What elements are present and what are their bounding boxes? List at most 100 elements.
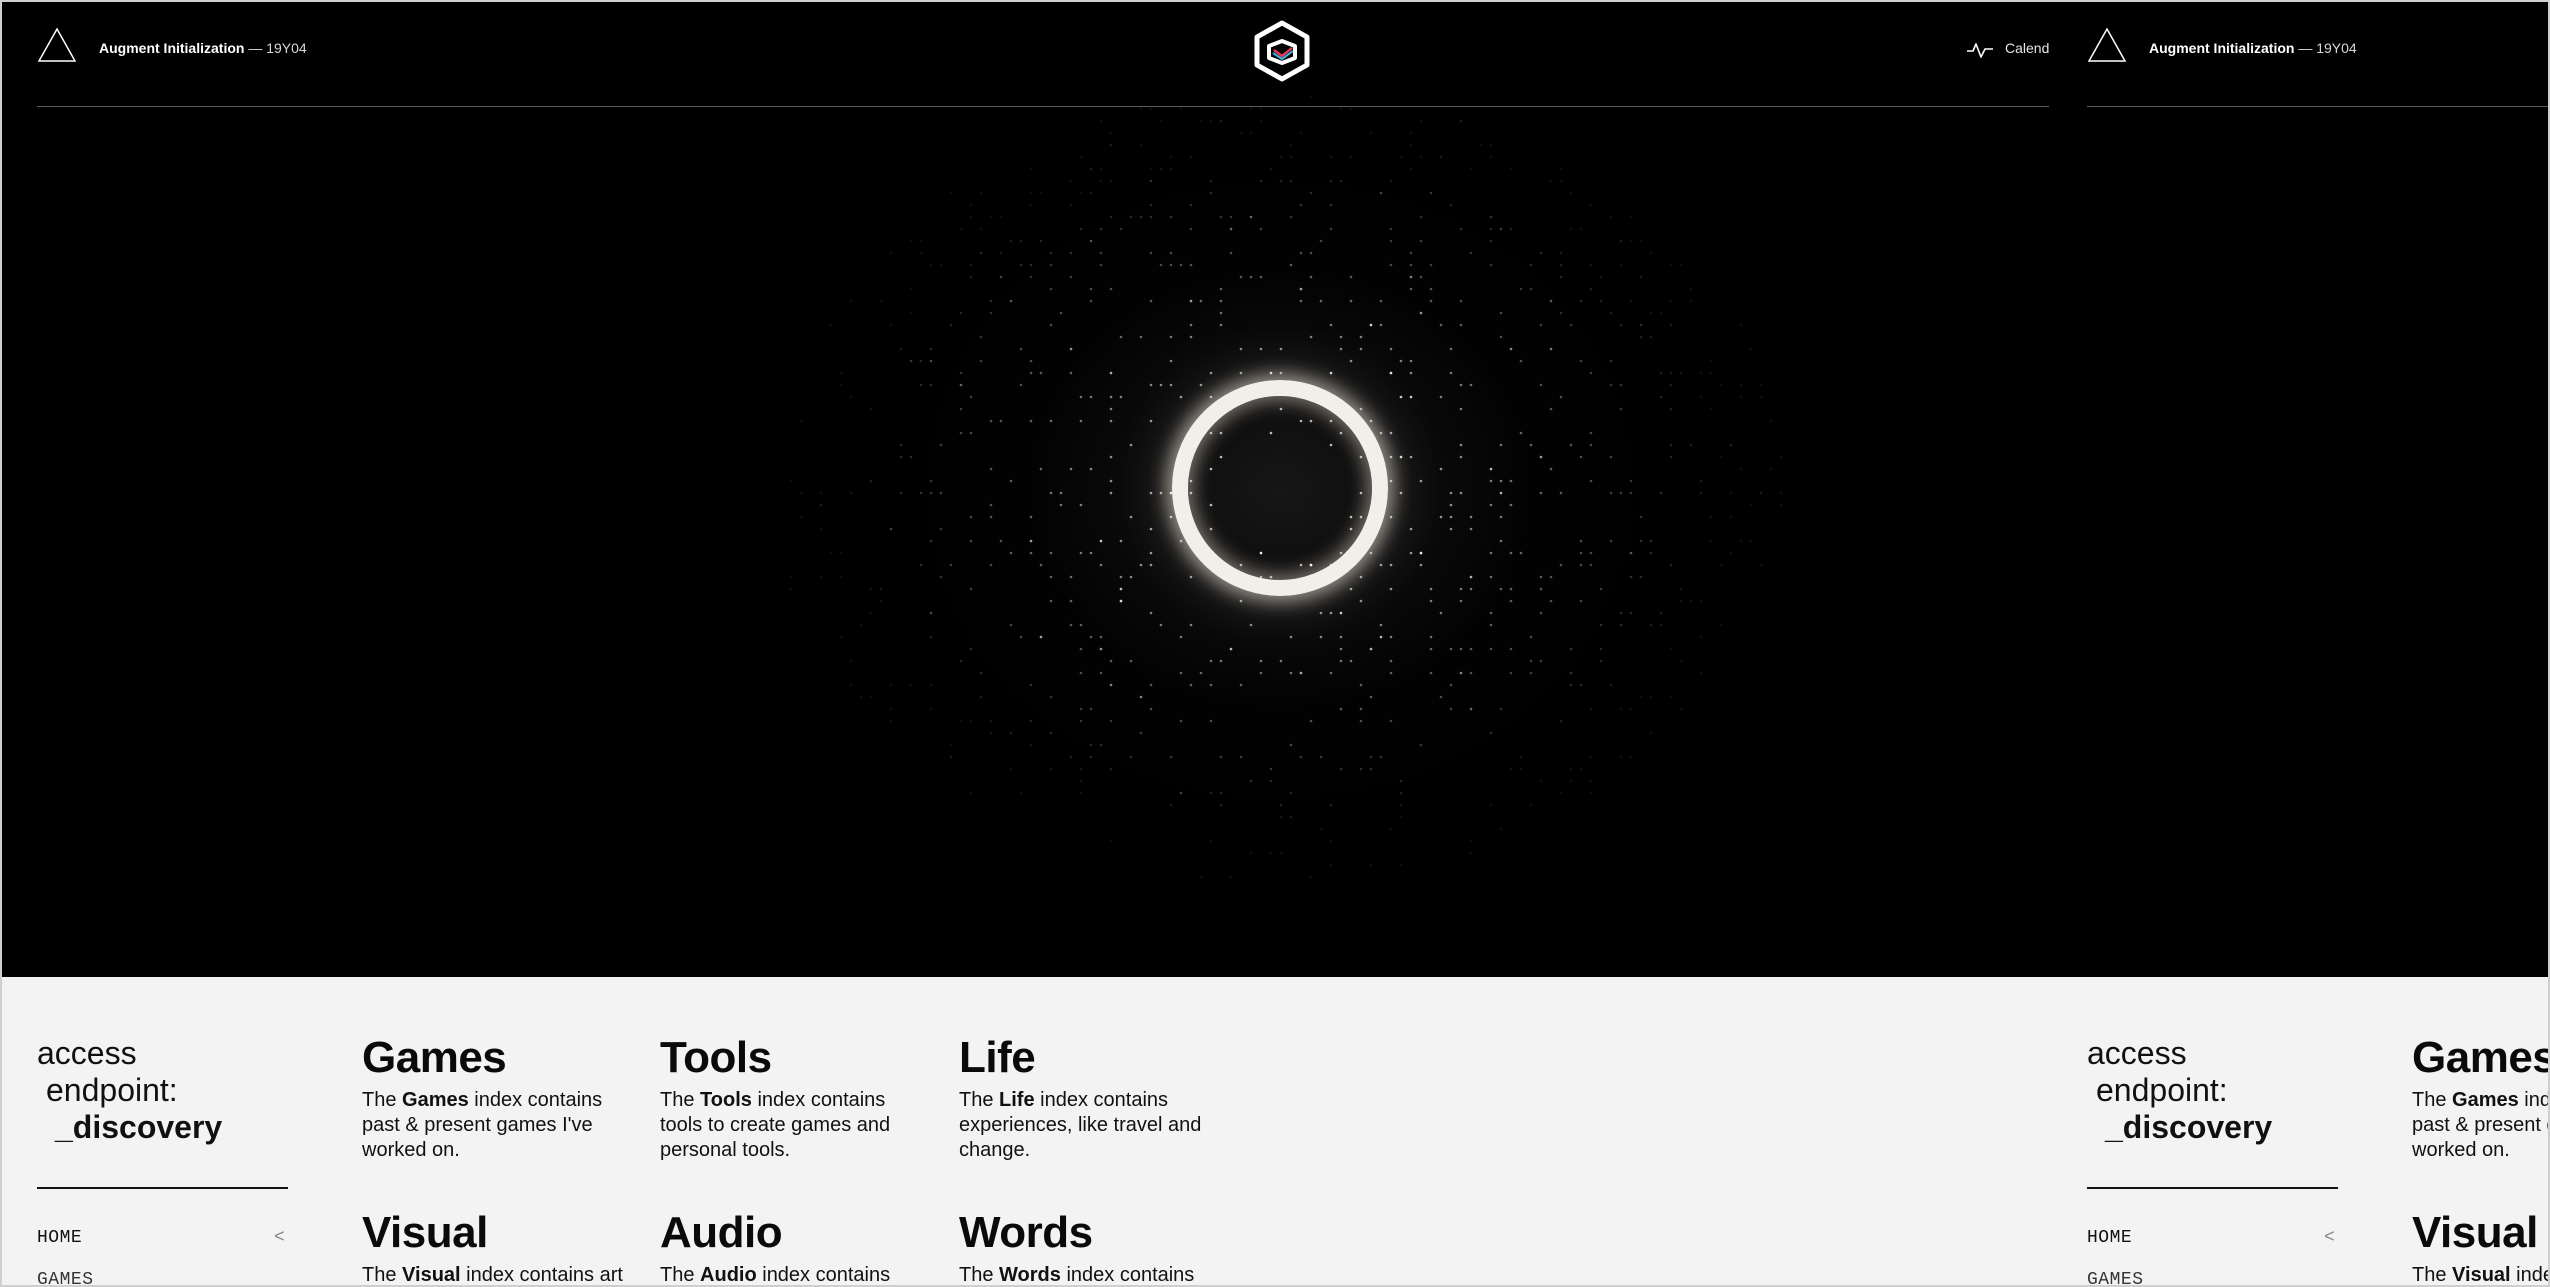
particle-dot	[899, 491, 903, 495]
particle-dot	[1239, 599, 1243, 603]
particle-dot	[1409, 263, 1413, 267]
particle-dot	[1509, 587, 1513, 591]
particle-dot	[1529, 443, 1533, 447]
particle-dot	[1399, 359, 1403, 363]
particle-dot	[1669, 371, 1673, 375]
particle-dot	[1469, 671, 1473, 675]
particle-dot	[1309, 275, 1313, 279]
particle-dot	[929, 491, 933, 495]
particle-dot	[1209, 119, 1213, 123]
particle-dot	[1409, 275, 1413, 279]
particle-dot	[1529, 635, 1533, 639]
particle-dot	[1589, 755, 1593, 759]
particle-dot	[1359, 767, 1363, 771]
index-card-life[interactable]: Life The Life index contains experiences…	[959, 1034, 1229, 1163]
particle-dot	[859, 695, 863, 699]
particle-dot	[1459, 587, 1463, 591]
index-card-visual[interactable]: Visual The Visual index contains art	[2412, 1209, 2550, 1287]
particle-dot	[1169, 755, 1173, 759]
particle-dot	[1289, 791, 1293, 795]
particle-dot	[839, 383, 843, 387]
particle-dot	[1149, 419, 1153, 423]
discovery-line: _discovery	[55, 1109, 223, 1145]
particle-dot	[1259, 671, 1263, 675]
particle-dot	[1239, 275, 1243, 279]
hexagon-logo-icon[interactable]	[1252, 20, 1312, 82]
particle-dot	[1179, 791, 1183, 795]
particle-dot	[1329, 611, 1333, 615]
chevron-left-icon[interactable]: <	[274, 1228, 285, 1248]
nav-item-games[interactable]: GAMES	[2087, 1270, 2144, 1287]
particle-dot	[1489, 623, 1493, 627]
particle-dot	[1409, 131, 1413, 135]
particle-dot	[1209, 179, 1213, 183]
brand-title[interactable]: Augment Initialization — 19Y04	[2149, 40, 2357, 56]
particle-dot	[1079, 767, 1083, 771]
particle-dot	[1709, 371, 1713, 375]
particle-dot	[1579, 683, 1583, 687]
particle-dot	[879, 599, 883, 603]
particle-dot	[1019, 791, 1023, 795]
particle-dot	[919, 383, 923, 387]
particle-dot	[1589, 263, 1593, 267]
access-endpoint-heading: access endpoint: _discovery	[2087, 1035, 2272, 1146]
particle-dot	[1279, 803, 1283, 807]
index-card-audio[interactable]: Audio The Audio index contains	[660, 1209, 930, 1287]
particle-dot	[1489, 227, 1493, 231]
particle-dot	[1629, 479, 1633, 483]
particle-dot	[859, 623, 863, 627]
index-card-games[interactable]: Games The Games index contains past & pr…	[362, 1034, 632, 1163]
particle-dot	[1509, 347, 1513, 351]
particle-dot	[1559, 491, 1563, 495]
particle-dot	[1579, 227, 1583, 231]
chevron-left-icon[interactable]: <	[2324, 1228, 2335, 1248]
particle-dot	[1459, 119, 1463, 123]
particle-dot	[1389, 347, 1393, 351]
particle-dot	[929, 479, 933, 483]
nav-item-home[interactable]: HOME	[2087, 1228, 2132, 1248]
index-card-games[interactable]: Games The Games index contains past & pr…	[2412, 1034, 2550, 1163]
card-title: Words	[959, 1208, 1093, 1257]
particle-dot	[1109, 395, 1113, 399]
particle-dot	[1769, 467, 1773, 471]
particle-dot	[1699, 371, 1703, 375]
particle-dot	[1499, 311, 1503, 315]
access-line: access	[37, 1035, 137, 1071]
particle-dot	[899, 347, 903, 351]
particle-dot	[1069, 203, 1073, 207]
particle-dot	[1089, 287, 1093, 291]
particle-dot	[1399, 491, 1403, 495]
triangle-outline-icon[interactable]	[37, 27, 77, 63]
calendar-link[interactable]: Calendar	[2005, 40, 2049, 56]
particle-dot	[949, 755, 953, 759]
particle-dot	[959, 311, 963, 315]
particle-dot	[1389, 587, 1393, 591]
index-card-tools[interactable]: Tools The Tools index contains tools to …	[660, 1034, 930, 1163]
particle-dot	[1389, 563, 1393, 567]
particle-dot	[1719, 383, 1723, 387]
particle-dot	[869, 479, 873, 483]
particle-dot	[949, 563, 953, 567]
particle-dot	[1319, 755, 1323, 759]
particle-dot	[1249, 851, 1253, 855]
brand-title[interactable]: Augment Initialization — 19Y04	[99, 40, 307, 56]
nav-item-home[interactable]: HOME	[37, 1228, 82, 1248]
index-card-words[interactable]: Words The Words index contains	[959, 1209, 1229, 1287]
particle-dot	[1329, 155, 1333, 159]
nav-item-games[interactable]: GAMES	[37, 1270, 94, 1287]
particle-dot	[1439, 395, 1443, 399]
particle-dot	[1119, 395, 1123, 399]
index-card-visual[interactable]: Visual The Visual index contains art	[362, 1209, 632, 1287]
particle-dot	[1779, 455, 1783, 459]
particle-dot	[1589, 479, 1593, 483]
particle-dot	[1639, 335, 1643, 339]
particle-dot	[1329, 803, 1333, 807]
particle-dot	[1089, 467, 1093, 471]
particle-dot	[1009, 299, 1013, 303]
triangle-outline-icon[interactable]	[2087, 27, 2127, 63]
particle-dot	[1559, 719, 1563, 723]
particle-dot	[1109, 287, 1113, 291]
particle-dot	[1639, 275, 1643, 279]
particle-dot	[1409, 143, 1413, 147]
particle-dot	[1239, 755, 1243, 759]
